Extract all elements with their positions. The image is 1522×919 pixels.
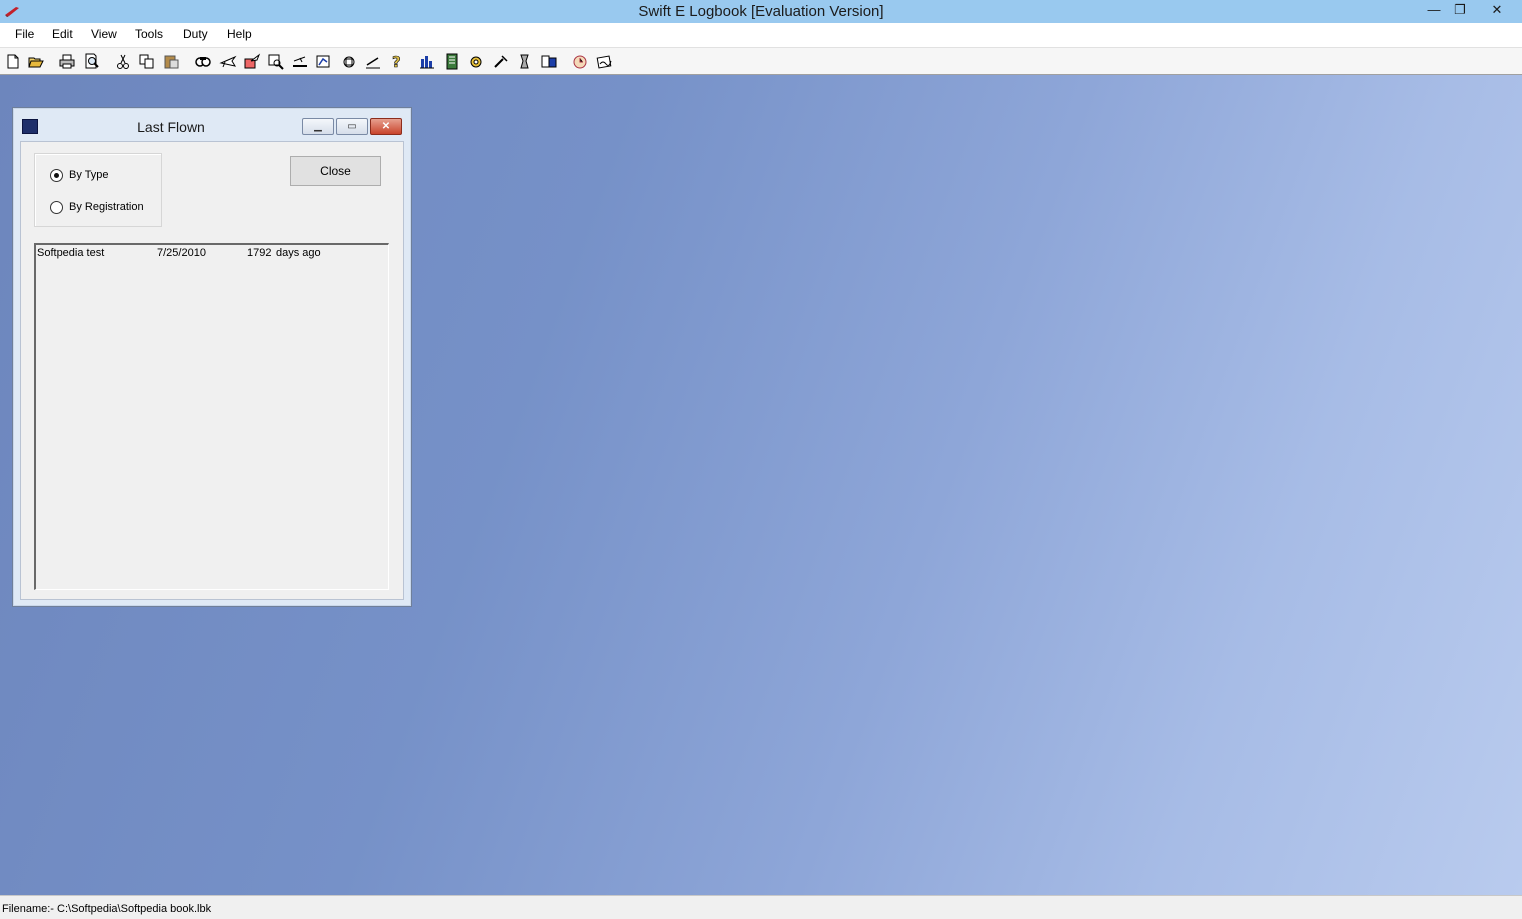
menu-tools[interactable]: Tools: [135, 27, 163, 41]
airplane-icon[interactable]: [219, 53, 237, 70]
list-item[interactable]: Softpedia test 7/25/2010 1792 days ago: [36, 247, 376, 263]
list-item-name: Softpedia test: [37, 247, 105, 259]
export-icon[interactable]: [340, 53, 358, 70]
status-filename: Filename:- C:\Softpedia\Softpedia book.l…: [2, 903, 212, 915]
title-bar: Swift E Logbook [Evaluation Version] — ❐…: [0, 0, 1522, 23]
aircraft-list-icon[interactable]: [243, 53, 261, 70]
child-close-button[interactable]: ✕: [370, 118, 402, 135]
signature-icon[interactable]: [596, 53, 614, 70]
paste-icon[interactable]: [163, 53, 181, 70]
last-flown-window: Last Flown ▁ ▭ ✕ By Type By Registration…: [12, 107, 412, 607]
menu-view[interactable]: View: [91, 27, 117, 41]
last-flown-title: Last Flown: [137, 119, 205, 135]
radio-selected-dot: [54, 173, 59, 178]
expenses-icon[interactable]: [540, 53, 558, 70]
sort-option-group: By Type By Registration: [34, 153, 162, 227]
open-icon[interactable]: [27, 53, 45, 70]
menu-edit[interactable]: Edit: [52, 27, 73, 41]
search-icon[interactable]: [267, 53, 285, 70]
restore-button[interactable]: ❐: [1445, 0, 1475, 22]
child-restore-button[interactable]: ▭: [336, 118, 368, 135]
radio-by-type-label[interactable]: By Type: [69, 169, 109, 181]
find-icon[interactable]: [194, 53, 212, 70]
cut-icon[interactable]: [114, 53, 132, 70]
landing-icon[interactable]: [291, 53, 309, 70]
menu-help[interactable]: Help: [227, 27, 252, 41]
list-item-days: 1792: [247, 247, 272, 259]
menu-duty[interactable]: Duty: [183, 27, 208, 41]
radio-by-type-circle[interactable]: [50, 169, 63, 182]
last-flown-title-bar[interactable]: Last Flown ▁ ▭ ✕: [13, 108, 411, 140]
chart-icon[interactable]: [315, 53, 333, 70]
tools-icon[interactable]: [492, 53, 510, 70]
radio-by-registration-label[interactable]: By Registration: [69, 201, 144, 213]
status-bar: Filename:- C:\Softpedia\Softpedia book.l…: [0, 895, 1522, 919]
notebook-icon[interactable]: [443, 53, 461, 70]
child-minimize-button[interactable]: ▁: [302, 118, 334, 135]
menu-file[interactable]: File: [15, 27, 34, 41]
radio-by-registration-circle[interactable]: [50, 201, 63, 214]
clock-icon[interactable]: [571, 53, 589, 70]
close-window-button[interactable]: ✕: [1482, 0, 1512, 22]
window-title: Swift E Logbook [Evaluation Version]: [638, 3, 884, 20]
svg-text:?: ?: [392, 53, 401, 70]
print-preview-icon[interactable]: [83, 53, 101, 70]
gear-icon[interactable]: [467, 53, 485, 70]
last-flown-list[interactable]: Softpedia test 7/25/2010 1792 days ago: [34, 243, 389, 590]
takeoff-icon[interactable]: [364, 53, 382, 70]
toolbar: ?: [0, 47, 1522, 75]
copy-icon[interactable]: [138, 53, 156, 70]
new-icon[interactable]: [4, 53, 22, 70]
list-item-days-suffix: days ago: [276, 247, 321, 259]
menu-bar: File Edit View Tools Duty Help: [0, 23, 1522, 47]
bar-chart-icon[interactable]: [418, 53, 436, 70]
print-icon[interactable]: [58, 53, 76, 70]
list-item-date: 7/25/2010: [157, 247, 206, 259]
last-flown-client: By Type By Registration Close Softpedia …: [20, 141, 404, 600]
flight-time-icon[interactable]: [516, 53, 534, 70]
help-icon[interactable]: ?: [388, 53, 406, 70]
close-button[interactable]: Close: [290, 156, 381, 186]
